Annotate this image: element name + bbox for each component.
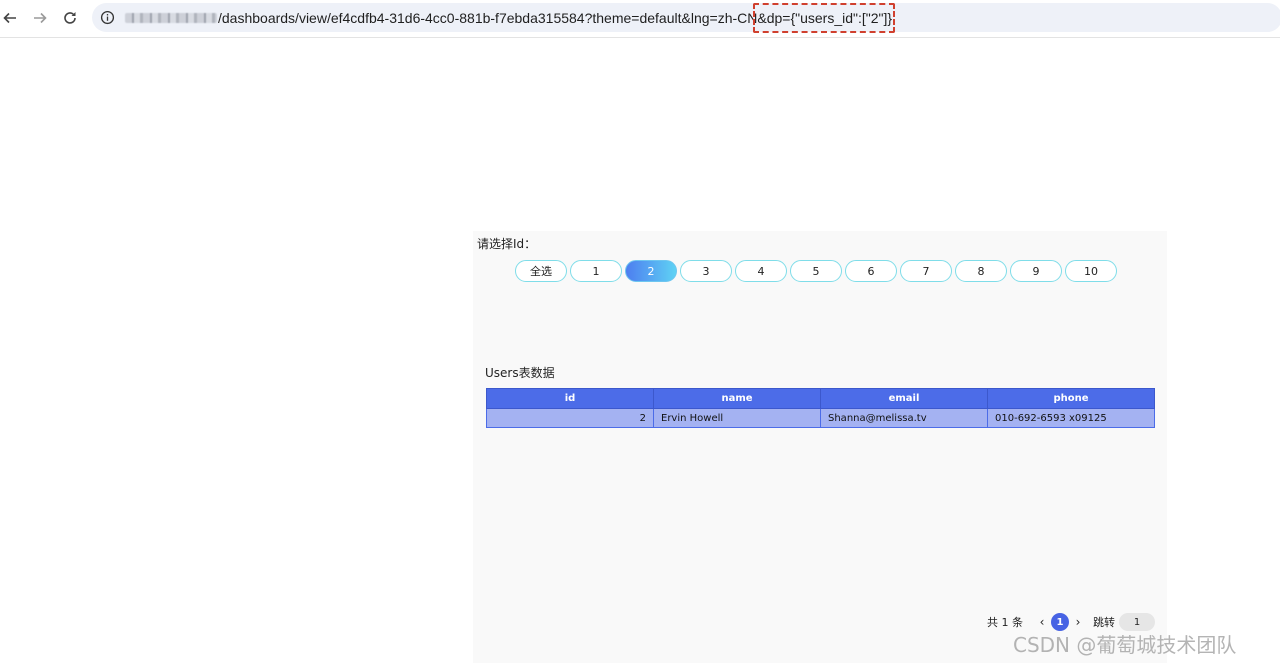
chip-id[interactable]: 10	[1065, 260, 1117, 282]
chip-id-selected[interactable]: 2	[625, 260, 677, 282]
dashboard-panel: 请选择Id： 全选 1 2 3 4 5 6 7 8 9 10 Users表数据 …	[473, 231, 1167, 663]
column-header-phone[interactable]: phone	[987, 388, 1155, 409]
chip-id[interactable]: 7	[900, 260, 952, 282]
table-header-row: id name email phone	[486, 388, 1155, 409]
site-info-icon[interactable]	[100, 10, 115, 25]
watermark: CSDN @葡萄城技术团队	[1013, 633, 1237, 657]
chip-id[interactable]: 8	[955, 260, 1007, 282]
cell-phone: 010-692-6593 x09125	[987, 408, 1155, 428]
total-count: 共 1 条	[987, 616, 1023, 629]
chip-id[interactable]: 3	[680, 260, 732, 282]
cell-id: 2	[486, 408, 654, 428]
column-header-id[interactable]: id	[486, 388, 654, 409]
next-page-icon[interactable]: ›	[1071, 615, 1085, 629]
url-path: /dashboards/view/ef4cdfb4-31d6-4cc0-881b…	[218, 9, 758, 26]
blurred-host	[125, 12, 217, 23]
forward-arrow-icon[interactable]	[27, 5, 53, 31]
prev-page-icon[interactable]: ‹	[1035, 615, 1049, 629]
address-bar[interactable]: /dashboards/view/ef4cdfb4-31d6-4cc0-881b…	[92, 2, 1280, 33]
chip-id[interactable]: 5	[790, 260, 842, 282]
table-row[interactable]: 2 Ervin Howell Shanna@melissa.tv 010-692…	[486, 408, 1155, 428]
column-header-email[interactable]: email	[820, 388, 988, 409]
cell-name: Ervin Howell	[653, 408, 821, 428]
url-highlighted-param: &dp={"users_id":["2"]}	[753, 2, 895, 33]
column-header-name[interactable]: name	[653, 388, 821, 409]
filter-label: 请选择Id：	[477, 237, 537, 251]
url-text[interactable]: /dashboards/view/ef4cdfb4-31d6-4cc0-881b…	[125, 2, 895, 33]
chip-select-all[interactable]: 全选	[515, 260, 567, 282]
jump-label: 跳转	[1093, 616, 1115, 629]
browser-toolbar: /dashboards/view/ef4cdfb4-31d6-4cc0-881b…	[0, 0, 1280, 38]
back-arrow-icon[interactable]	[0, 5, 23, 31]
users-table: id name email phone 2 Ervin Howell Shann…	[486, 388, 1155, 428]
chip-id[interactable]: 4	[735, 260, 787, 282]
table-title: Users表数据	[485, 366, 555, 380]
reload-icon[interactable]	[57, 5, 83, 31]
chip-id[interactable]: 6	[845, 260, 897, 282]
cell-email: Shanna@melissa.tv	[820, 408, 988, 428]
id-filter-chips: 全选 1 2 3 4 5 6 7 8 9 10	[515, 260, 1117, 282]
chip-id[interactable]: 9	[1010, 260, 1062, 282]
chip-id[interactable]: 1	[570, 260, 622, 282]
